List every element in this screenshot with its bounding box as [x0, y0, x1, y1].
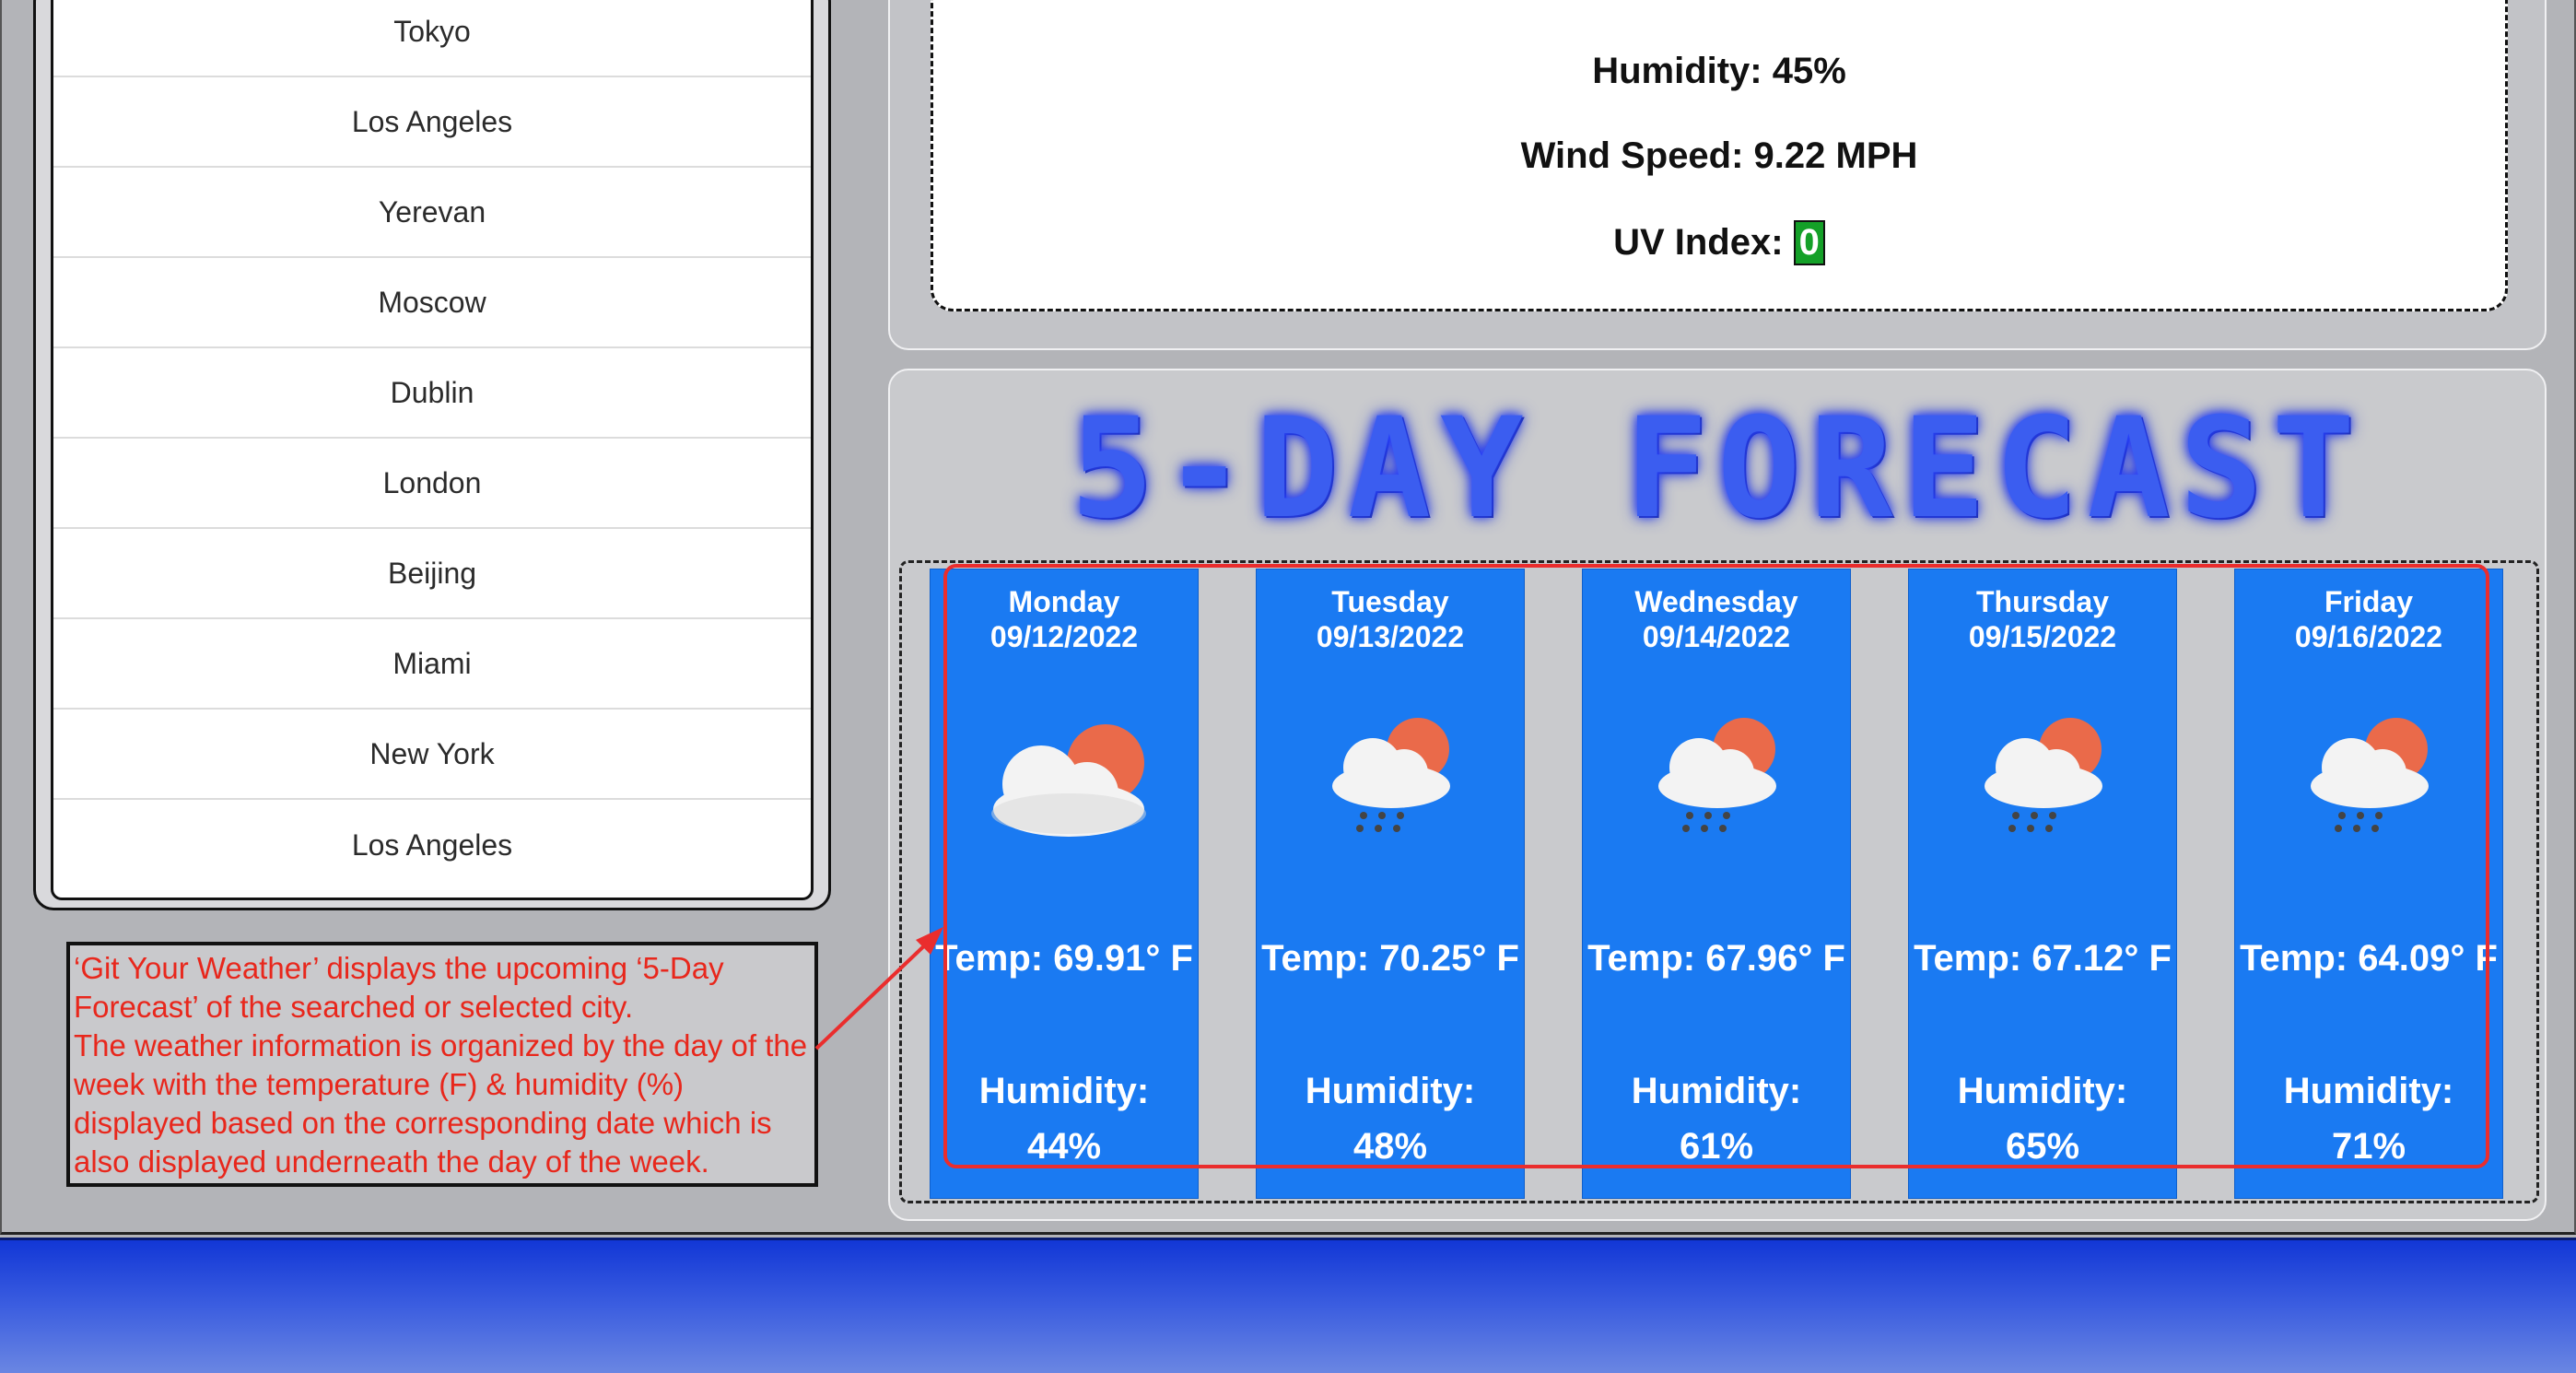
forecast-humidity: Humidity: 61% — [1583, 1063, 1850, 1174]
forecast-humidity-value: 61% — [1679, 1126, 1754, 1167]
forecast-card-tuesday: Tuesday 09/13/2022 Temp: 70.25° F Humidi… — [1256, 569, 1525, 1199]
forecast-temp: Temp: 67.96° F — [1587, 938, 1845, 979]
forecast-humidity: Humidity: 44% — [931, 1063, 1198, 1174]
history-city-button[interactable]: London — [53, 439, 811, 529]
forecast-date: 09/16/2022 — [2294, 620, 2443, 653]
history-city-button[interactable]: Dublin — [53, 348, 811, 439]
annotation-arrow-icon — [814, 927, 943, 1050]
forecast-humidity-value: 48% — [1352, 1126, 1428, 1167]
annotation-line-1: ‘Git Your Weather’ displays the upcoming… — [74, 951, 724, 1024]
forecast-humidity-value: 65% — [2005, 1126, 2080, 1167]
forecast-card-monday: Monday 09/12/2022 Temp: 69.91° F Humidit… — [930, 569, 1199, 1199]
search-history-panel: Tokyo Los Angeles Yerevan Moscow Dublin … — [33, 0, 831, 910]
forecast-day: Thursday — [1975, 585, 2110, 618]
forecast-temp: Temp: 69.91° F — [935, 938, 1193, 979]
forecast-temp: Temp: 70.25° F — [1261, 938, 1519, 979]
partly-cloudy-icon — [931, 712, 1198, 841]
uv-index-badge: 0 — [1793, 220, 1825, 265]
forecast-humidity-label: Humidity: — [1305, 1071, 1476, 1111]
current-uv-index: UV Index: 0 — [933, 220, 2505, 265]
forecast-cards-container: Monday 09/12/2022 Temp: 69.91° F Humidit… — [899, 560, 2539, 1203]
forecast-day: Wednesday — [1634, 585, 1798, 618]
current-humidity: Humidity: 45% — [1592, 51, 1846, 91]
history-city-button[interactable]: Yerevan — [53, 168, 811, 258]
history-city-button[interactable]: Miami — [53, 619, 811, 710]
forecast-card-friday: Friday 09/16/2022 Temp: 64.09° F Humidit… — [2234, 569, 2503, 1199]
page: Tokyo Los Angeles Yerevan Moscow Dublin … — [0, 0, 2576, 1235]
forecast-humidity-label: Humidity: — [1957, 1071, 2128, 1111]
forecast-card-wednesday: Wednesday 09/14/2022 Temp: 67.96° F Humi… — [1582, 569, 1851, 1199]
annotation-callout: ‘Git Your Weather’ displays the upcoming… — [66, 942, 818, 1187]
history-city-button[interactable]: Tokyo — [53, 0, 811, 77]
forecast-humidity-value: 44% — [1026, 1126, 1102, 1167]
forecast-humidity-label: Humidity: — [978, 1071, 1150, 1111]
forecast-humidity-label: Humidity: — [2283, 1071, 2454, 1111]
forecast-humidity: Humidity: 65% — [1909, 1063, 2176, 1174]
forecast-card-thursday: Thursday 09/15/2022 Temp: 67.12° F Humid… — [1908, 569, 2177, 1199]
forecast-humidity-value: 71% — [2331, 1126, 2406, 1167]
current-wind-speed: Wind Speed: 9.22 MPH — [1520, 135, 1918, 176]
forecast-day: Tuesday — [1331, 585, 1449, 618]
forecast-panel: 5-DAY FORECAST Monday 09/12/2022 Temp: 6… — [888, 369, 2547, 1221]
rain-sun-icon — [1257, 712, 1524, 841]
forecast-date: 09/12/2022 — [989, 620, 1139, 653]
history-city-button[interactable]: Beijing — [53, 529, 811, 619]
page-footer — [0, 1238, 2576, 1373]
history-city-button[interactable]: Los Angeles — [53, 77, 811, 168]
forecast-date: 09/15/2022 — [1968, 620, 2117, 653]
forecast-title: 5-DAY FORECAST — [1070, 389, 2365, 549]
forecast-day: Friday — [2324, 585, 2414, 618]
annotation-line-2: The weather information is organized by … — [74, 1028, 808, 1179]
history-city-button[interactable]: New York — [53, 710, 811, 800]
forecast-humidity-label: Humidity: — [1631, 1071, 1802, 1111]
search-history-list: Tokyo Los Angeles Yerevan Moscow Dublin … — [51, 0, 814, 900]
forecast-temp: Temp: 67.12° F — [1914, 938, 2172, 979]
forecast-date: 09/13/2022 — [1316, 620, 1465, 653]
rain-sun-icon — [1909, 712, 2176, 841]
history-city-button[interactable]: Moscow — [53, 258, 811, 348]
forecast-day: Monday — [1008, 585, 1120, 618]
current-weather-card: Humidity: 45% Wind Speed: 9.22 MPH UV In… — [931, 0, 2508, 311]
history-city-button[interactable]: Los Angeles — [53, 800, 811, 890]
rain-sun-icon — [2235, 712, 2502, 841]
forecast-humidity: Humidity: 48% — [1257, 1063, 1524, 1174]
forecast-temp: Temp: 64.09° F — [2240, 938, 2498, 979]
forecast-humidity: Humidity: 71% — [2235, 1063, 2502, 1174]
rain-sun-icon — [1583, 712, 1850, 841]
forecast-date: 09/14/2022 — [1642, 620, 1791, 653]
current-weather-panel: Humidity: 45% Wind Speed: 9.22 MPH UV In… — [888, 0, 2547, 350]
uv-index-label: UV Index: — [1613, 222, 1794, 263]
